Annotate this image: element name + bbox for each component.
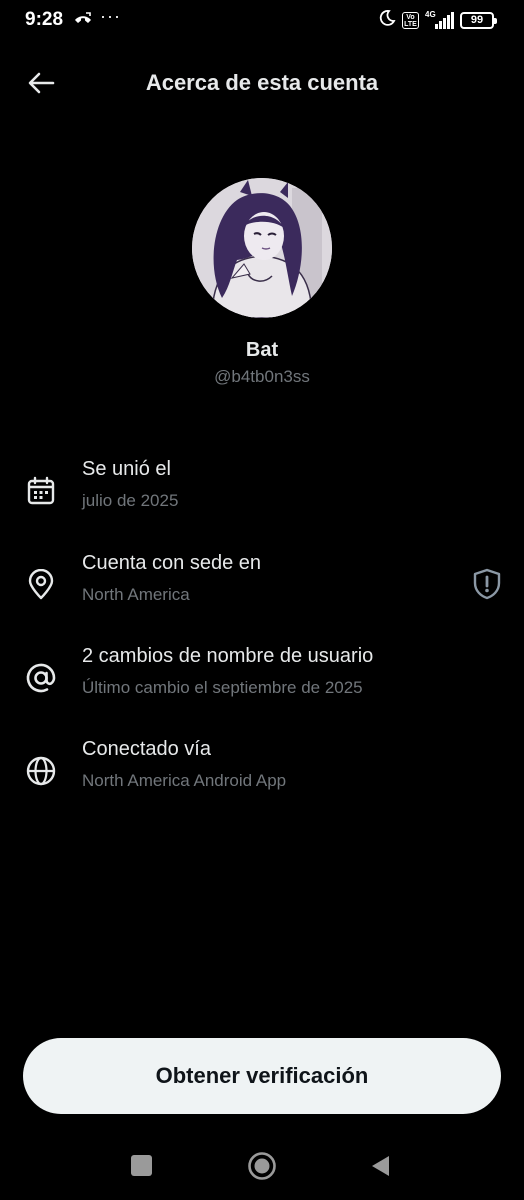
- shield-alert-icon[interactable]: [470, 567, 504, 601]
- status-time: 9:28: [25, 9, 64, 30]
- globe-icon: [24, 754, 58, 788]
- system-nav-bar: [0, 1140, 524, 1192]
- status-bar: 9:28 ··· Vo LTE 4G 99: [0, 0, 524, 40]
- signal-icon: 4G: [425, 10, 454, 29]
- at-sign-icon: [24, 661, 58, 695]
- moon-icon: [378, 9, 396, 32]
- header: Acerca de esta cuenta: [0, 60, 524, 106]
- info-row-username-changes: 2 cambios de nombre de usuario Último ca…: [0, 645, 524, 715]
- username-handle: @b4tb0n3ss: [214, 367, 310, 386]
- notification-dots: ···: [100, 6, 121, 26]
- location-pin-icon: [24, 568, 58, 602]
- info-subtitle: julio de 2025: [82, 491, 179, 510]
- info-subtitle: North America: [82, 585, 190, 604]
- info-title: Cuenta con sede en: [82, 552, 262, 574]
- battery-icon: 99: [460, 12, 497, 29]
- recents-button[interactable]: [131, 1155, 152, 1176]
- volte-icon: Vo LTE: [402, 12, 419, 29]
- info-title: Se unió el: [82, 458, 171, 480]
- system-back-button[interactable]: [368, 1153, 394, 1179]
- info-subtitle: North America Android App: [82, 771, 287, 790]
- page-title: Acerca de esta cuenta: [145, 70, 379, 95]
- info-title: Conectado vía: [82, 738, 211, 760]
- info-row-connected-via: Conectado vía North America Android App: [0, 738, 524, 808]
- avatar[interactable]: [192, 178, 332, 318]
- network-type: 4G: [425, 10, 436, 19]
- calendar-icon: [24, 474, 58, 508]
- info-subtitle: Último cambio el septiembre de 2025: [82, 678, 363, 697]
- display-name: Bat: [245, 339, 279, 361]
- home-button[interactable]: [247, 1151, 277, 1181]
- info-title: 2 cambios de nombre de usuario: [82, 645, 374, 667]
- info-row-joined: Se unió el julio de 2025: [0, 458, 524, 528]
- info-row-location: Cuenta con sede en North America: [0, 552, 524, 622]
- get-verified-button[interactable]: Obtener verificación: [23, 1038, 501, 1114]
- call-icon: [73, 12, 93, 31]
